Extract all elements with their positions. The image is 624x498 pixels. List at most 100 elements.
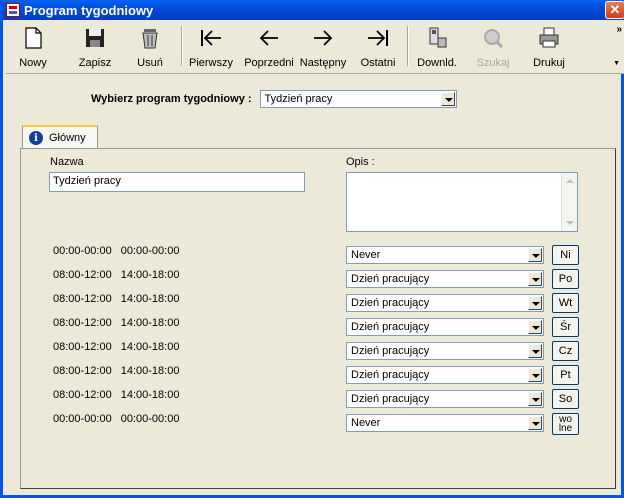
day-type-select[interactable]: Dzień pracujący <box>346 366 544 384</box>
description-scrollbar[interactable] <box>561 173 577 231</box>
next-button[interactable]: Następny <box>298 24 348 70</box>
tab-main[interactable]: i Główny <box>22 125 98 149</box>
search-button-label: Szukaj <box>476 57 510 69</box>
day-type-select[interactable]: Never <box>346 246 544 264</box>
scroll-up-icon[interactable] <box>566 179 574 183</box>
toolbar-options-icon[interactable]: ▼ <box>613 60 620 67</box>
time-range-2: 00:00-00:00 <box>120 413 180 425</box>
print-button-label: Drukuj <box>533 57 565 69</box>
time-range-2: 14:00-18:00 <box>120 269 180 281</box>
day-type-value: Dzień pracujący <box>351 273 430 285</box>
chevron-down-icon[interactable] <box>528 296 542 310</box>
day-time-row: 08:00-12:00 14:00-18:00 <box>53 365 179 377</box>
chevron-down-icon[interactable] <box>528 392 542 406</box>
toolbar-separator <box>181 26 183 66</box>
first-button-label: Pierwszy <box>188 57 233 69</box>
day-time-row: 08:00-12:00 14:00-18:00 <box>53 389 179 401</box>
first-arrow-icon <box>201 30 221 46</box>
day-button[interactable]: So <box>552 389 579 409</box>
day-type-select[interactable]: Dzień pracujący <box>346 390 544 408</box>
previous-button-label: Poprzedni <box>244 57 294 69</box>
day-type-select[interactable]: Dzień pracujący <box>346 270 544 288</box>
day-type-value: Dzień pracujący <box>351 321 430 333</box>
day-type-value: Never <box>351 249 381 261</box>
last-button[interactable]: Ostatni <box>358 24 398 70</box>
first-button[interactable]: Pierwszy <box>188 24 234 70</box>
day-type-select[interactable]: Dzień pracujący <box>346 342 544 360</box>
toolbar: Nowy Zapisz Usuń Pierwszy Poprzedni Nast… <box>6 20 624 74</box>
search-button[interactable]: Szukaj <box>474 24 512 70</box>
description-label: Opis : <box>346 156 375 168</box>
chevron-down-icon[interactable] <box>528 368 542 382</box>
program-select-row: Wybierz program tygodniowy : Tydzień pra… <box>91 90 457 108</box>
time-range-2: 00:00-00:00 <box>120 245 180 257</box>
tab-main-label: Główny <box>49 132 86 144</box>
title-bar[interactable]: Program tygodniowy ✕ <box>3 0 624 20</box>
time-range-1: 08:00-12:00 <box>53 269 112 281</box>
time-range-1: 00:00-00:00 <box>53 413 112 425</box>
name-field[interactable]: Tydzień pracy <box>49 172 305 192</box>
time-range-2: 14:00-18:00 <box>120 389 180 401</box>
time-range-1: 08:00-12:00 <box>53 341 112 353</box>
new-file-icon <box>25 27 42 49</box>
time-range-1: 08:00-12:00 <box>53 365 112 377</box>
trash-can-icon <box>142 29 158 49</box>
toolbar-overflow-icon[interactable]: » <box>616 24 622 35</box>
time-range-2: 14:00-18:00 <box>120 365 180 377</box>
window-title: Program tygodniowy <box>24 2 154 18</box>
day-time-row: 08:00-12:00 14:00-18:00 <box>53 341 179 353</box>
info-icon: i <box>29 131 43 145</box>
time-range-1: 08:00-12:00 <box>53 293 112 305</box>
day-button[interactable]: Ni <box>552 245 579 265</box>
chevron-down-icon[interactable] <box>528 416 542 430</box>
day-button[interactable]: Śr <box>552 317 579 337</box>
day-button[interactable]: Cz <box>552 341 579 361</box>
chevron-down-icon[interactable] <box>528 272 542 286</box>
time-range-2: 14:00-18:00 <box>120 317 180 329</box>
name-label: Nazwa <box>50 156 84 168</box>
chevron-down-icon[interactable] <box>440 92 455 106</box>
day-type-select[interactable]: Dzień pracujący <box>346 318 544 336</box>
time-range-2: 14:00-18:00 <box>120 341 180 353</box>
day-time-row: 00:00-00:00 00:00-00:00 <box>53 413 179 425</box>
scroll-down-icon[interactable] <box>566 221 574 225</box>
print-button[interactable]: Drukuj <box>528 24 570 70</box>
program-select[interactable]: Tydzień pracy <box>259 90 457 108</box>
last-button-label: Ostatni <box>360 57 396 69</box>
new-button-label: Nowy <box>19 57 47 69</box>
download-button-label: Downld. <box>417 57 457 69</box>
toolbar-separator <box>407 26 409 66</box>
chevron-down-icon[interactable] <box>528 344 542 358</box>
save-button[interactable]: Zapisz <box>75 24 115 70</box>
chevron-down-icon[interactable] <box>528 320 542 334</box>
day-type-value: Dzień pracujący <box>351 297 430 309</box>
description-field[interactable] <box>346 172 578 232</box>
day-type-value: Never <box>351 417 381 429</box>
day-type-select[interactable]: Dzień pracujący <box>346 294 544 312</box>
download-device-icon <box>429 27 447 48</box>
app-icon <box>6 3 20 17</box>
time-range-1: 00:00-00:00 <box>53 245 112 257</box>
day-button[interactable]: Po <box>552 269 579 289</box>
delete-button[interactable]: Usuń <box>132 24 168 70</box>
day-button[interactable]: wo lne <box>552 413 579 435</box>
program-select-value: Tydzień pracy <box>264 93 333 105</box>
day-type-value: Dzień pracujący <box>351 345 430 357</box>
close-button[interactable]: ✕ <box>605 1 624 19</box>
day-button[interactable]: Pt <box>552 365 579 385</box>
day-time-row: 08:00-12:00 14:00-18:00 <box>53 317 179 329</box>
save-button-label: Zapisz <box>78 57 112 69</box>
left-arrow-icon <box>259 30 278 46</box>
day-button[interactable]: Wt <box>552 293 579 313</box>
time-range-1: 08:00-12:00 <box>53 389 112 401</box>
app-window: Program tygodniowy ✕ Nowy Zapisz Usuń Pi… <box>0 0 624 498</box>
new-button[interactable]: Nowy <box>14 24 52 70</box>
day-type-select[interactable]: Never <box>346 414 544 432</box>
previous-button[interactable]: Poprzedni <box>243 24 295 70</box>
day-time-row: 00:00-00:00 00:00-00:00 <box>53 245 179 257</box>
time-range-1: 08:00-12:00 <box>53 317 112 329</box>
download-button[interactable]: Downld. <box>414 24 460 70</box>
time-range-2: 14:00-18:00 <box>120 293 180 305</box>
chevron-down-icon[interactable] <box>528 248 542 262</box>
floppy-disk-icon <box>86 29 104 47</box>
